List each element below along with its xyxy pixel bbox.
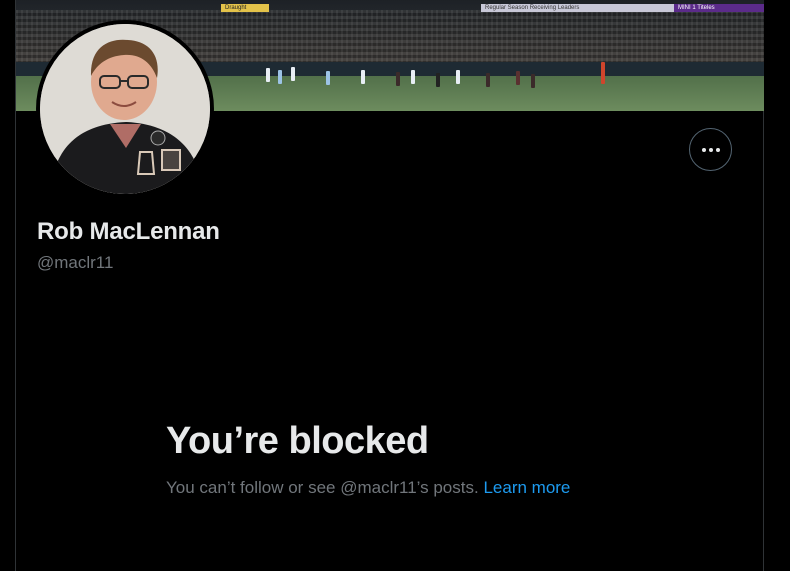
- banner-player: [516, 71, 520, 85]
- banner-player: [266, 68, 270, 82]
- banner-player: [486, 73, 490, 87]
- banner-board-right: MINI 1 Titeles: [674, 4, 764, 12]
- profile-column: Draught Regular Season Receiving Leaders…: [15, 0, 764, 571]
- banner-board-left: Draught: [221, 4, 269, 12]
- banner-player: [291, 67, 295, 81]
- more-horizontal-icon: [701, 147, 720, 152]
- blocked-title: You’re blocked: [166, 420, 429, 462]
- more-options-button[interactable]: [689, 128, 732, 171]
- banner-player: [278, 70, 282, 84]
- banner-board-center: Regular Season Receiving Leaders: [481, 4, 679, 12]
- banner-player: [411, 70, 415, 84]
- avatar[interactable]: [36, 20, 214, 198]
- learn-more-link[interactable]: Learn more: [483, 478, 570, 497]
- banner-player: [361, 70, 365, 84]
- banner-player: [456, 70, 460, 84]
- blocked-message-text: You can’t follow or see @maclr11’s posts…: [166, 478, 479, 497]
- profile-handle: @maclr11: [37, 253, 114, 272]
- blocked-message: You can’t follow or see @maclr11’s posts…: [166, 478, 570, 498]
- banner-pylon: [601, 62, 605, 84]
- banner-player: [436, 73, 440, 87]
- banner-player: [326, 71, 330, 85]
- profile-display-name: Rob MacLennan: [37, 218, 220, 245]
- banner-player: [396, 72, 400, 86]
- avatar-person-illustration: [40, 24, 210, 194]
- avatar-photo: [40, 24, 210, 194]
- banner-player: [531, 74, 535, 88]
